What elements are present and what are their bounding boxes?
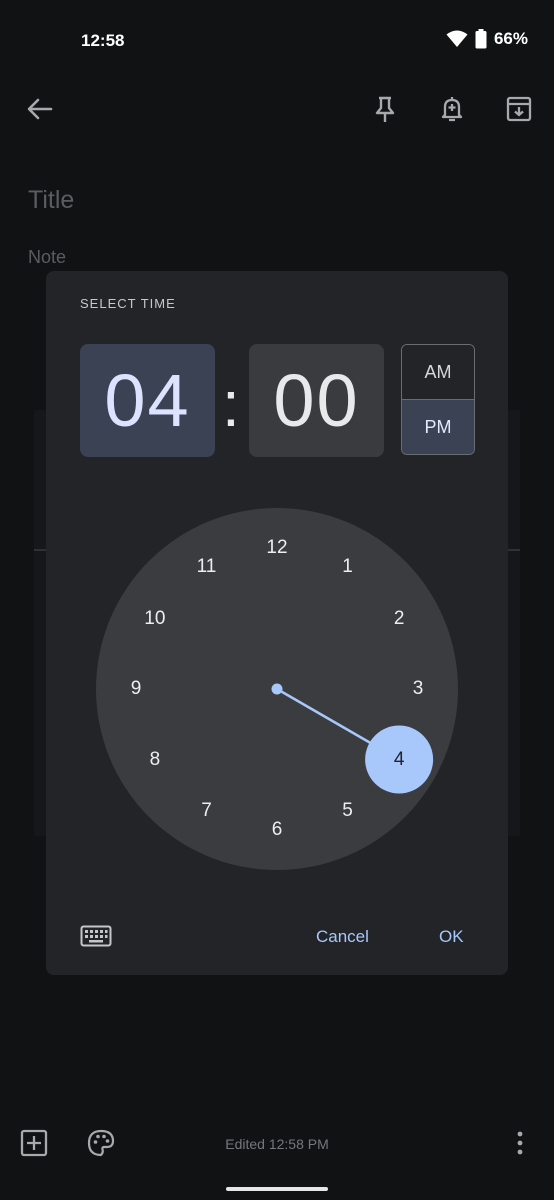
time-separator: : xyxy=(222,368,240,440)
clock-center-dot xyxy=(271,683,283,695)
note-title-field[interactable]: Title xyxy=(28,186,74,215)
more-vertical-icon[interactable] xyxy=(505,1128,535,1158)
ok-button[interactable]: OK xyxy=(439,927,464,947)
clock-dial[interactable]: 12 1 2 3 4 5 6 7 8 9 10 11 xyxy=(96,508,458,870)
am-pm-toggle: AM PM xyxy=(401,344,475,455)
clock-number-1[interactable]: 1 xyxy=(330,549,366,585)
am-button[interactable]: AM xyxy=(402,345,474,400)
clock-number-8[interactable]: 8 xyxy=(137,742,173,778)
battery-percentage: 66% xyxy=(493,29,528,48)
hour-selector[interactable]: 04 xyxy=(80,344,215,457)
clock-number-6[interactable]: 6 xyxy=(259,812,295,848)
clock-number-9[interactable]: 9 xyxy=(118,671,154,707)
home-indicator[interactable] xyxy=(226,1187,328,1191)
clock-number-7[interactable]: 7 xyxy=(189,793,225,829)
keyboard-icon[interactable] xyxy=(80,924,112,948)
note-body-field[interactable]: Note xyxy=(28,247,66,268)
status-time: 12:58 xyxy=(81,31,125,50)
cancel-button[interactable]: Cancel xyxy=(316,927,369,947)
clock-number-5[interactable]: 5 xyxy=(330,793,366,829)
screen: 12:58 66% Title Note SELECT TIME 04 : 00 xyxy=(0,0,554,1200)
edited-timestamp: Edited 12:58 PM xyxy=(225,1136,329,1152)
pin-icon[interactable] xyxy=(370,94,400,124)
status-icons: 66% xyxy=(446,29,528,49)
pm-button[interactable]: PM xyxy=(402,400,474,454)
clock-number-10[interactable]: 10 xyxy=(137,601,173,637)
clock-number-12[interactable]: 12 xyxy=(259,530,295,566)
reminder-bell-icon[interactable] xyxy=(437,94,467,124)
archive-icon[interactable] xyxy=(504,94,534,124)
back-arrow-icon[interactable] xyxy=(25,94,55,124)
minute-selector[interactable]: 00 xyxy=(249,344,384,457)
wifi-icon xyxy=(446,30,468,47)
clock-number-2[interactable]: 2 xyxy=(381,601,417,637)
clock-number-3[interactable]: 3 xyxy=(400,671,436,707)
dialog-label: SELECT TIME xyxy=(80,296,176,311)
clock-number-11[interactable]: 11 xyxy=(189,549,225,585)
battery-icon xyxy=(475,29,487,49)
time-picker-dialog: SELECT TIME 04 : 00 AM PM 12 1 2 3 4 5 6 7 8 9 10 1… xyxy=(46,271,508,975)
clock-number-4[interactable]: 4 xyxy=(381,742,417,778)
